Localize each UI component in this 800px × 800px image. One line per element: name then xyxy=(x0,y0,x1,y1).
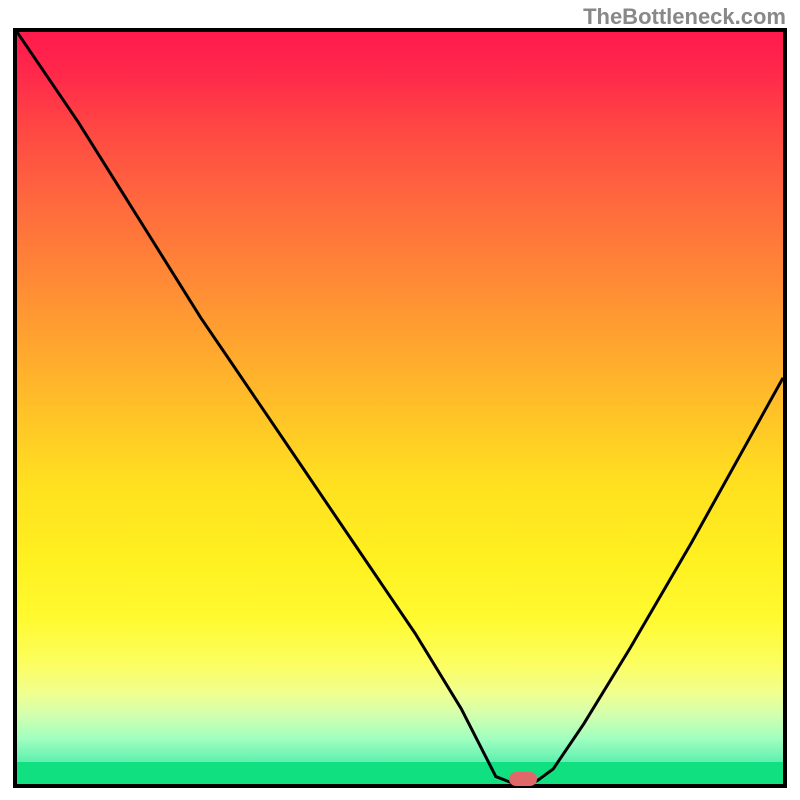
plot-area xyxy=(13,28,787,788)
chart-container: TheBottleneck.com xyxy=(0,0,800,800)
optimal-point-marker xyxy=(509,772,537,786)
bottleneck-curve-line xyxy=(17,32,783,784)
watermark-text: TheBottleneck.com xyxy=(583,4,786,30)
curve-svg xyxy=(17,32,783,784)
